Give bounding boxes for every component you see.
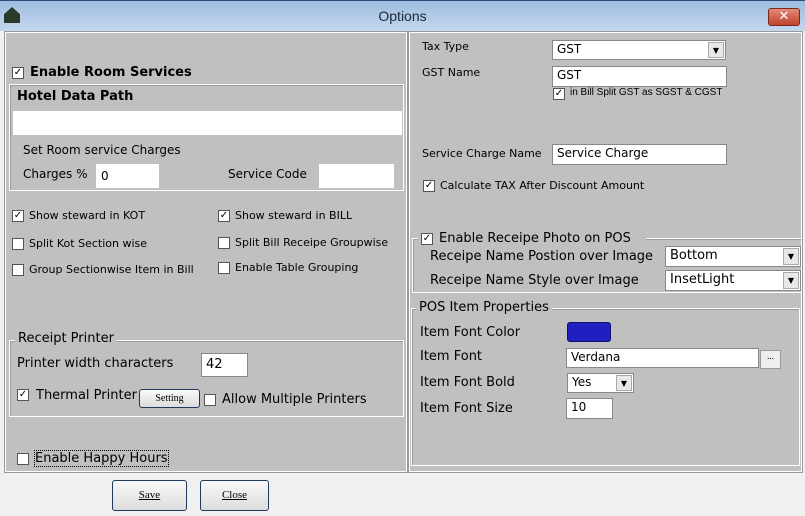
setting-button[interactable]: Setting [139,389,200,408]
split-gst-label: in Bill Split GST as SGST & CGST [570,87,723,98]
receipt-printer-legend: Receipt Printer [15,331,117,346]
thermal-printer-checkbox[interactable]: ✓ [17,389,29,401]
group-sectionwise-checkbox[interactable] [12,264,24,276]
calc-tax-checkbox[interactable]: ✓ [423,180,435,192]
chevron-down-icon[interactable]: ▼ [783,248,799,265]
service-code-label: Service Code [228,167,307,181]
item-font-bold-select[interactable]: Yes ▼ [567,373,634,393]
charges-percent-label: Charges % [23,167,88,181]
split-kot-checkbox[interactable] [12,238,24,250]
happy-hours-checkbox[interactable] [17,453,29,465]
receipe-photo-checkbox[interactable]: ✓ [421,233,433,245]
table-grouping-label: Enable Table Grouping [235,261,359,274]
close-icon[interactable]: ✕ [768,8,800,26]
pos-item-legend: POS Item Properties [416,300,552,315]
tax-type-value: GST [557,42,582,56]
show-steward-kot-label: Show steward in KOT [29,209,146,222]
item-font-size-input[interactable]: 10 [566,398,613,419]
hotel-data-path-input[interactable] [13,111,402,135]
split-gst-checkbox[interactable]: ✓ [553,88,565,100]
chevron-down-icon[interactable]: ▼ [708,42,724,58]
enable-room-services-checkbox[interactable]: ✓ [12,67,24,79]
service-charge-name-input[interactable]: Service Charge [552,144,727,165]
calc-tax-label: Calculate TAX After Discount Amount [440,179,645,192]
item-font-input[interactable]: Verdana [566,348,759,368]
group-sectionwise-label: Group Sectionwise Item in Bill [29,263,194,276]
tax-type-select[interactable]: GST ▼ [552,40,726,60]
multiple-printers-checkbox[interactable] [204,394,216,406]
printer-width-input[interactable]: 42 [201,353,248,377]
show-steward-bill-label: Show steward in BILL [235,209,353,222]
item-font-bold-value: Yes [572,375,592,389]
split-bill-checkbox[interactable] [218,237,230,249]
chevron-down-icon[interactable]: ▼ [783,272,799,289]
tax-type-label: Tax Type [422,40,469,53]
printer-width-label: Printer width characters [17,356,174,371]
thermal-printer-label: Thermal Printer [36,388,137,403]
happy-hours-label: Enable Happy Hours [34,450,169,467]
item-font-bold-label: Item Font Bold [420,375,515,390]
chevron-down-icon[interactable]: ▼ [616,375,632,391]
enable-room-services-label: Enable Room Services [30,65,192,80]
receipe-style-value: InsetLight [670,272,735,287]
show-steward-kot-checkbox[interactable]: ✓ [12,210,24,222]
table-grouping-checkbox[interactable] [218,262,230,274]
item-font-color-swatch[interactable] [567,322,611,342]
receipe-position-select[interactable]: Bottom ▼ [665,246,801,267]
gst-name-input[interactable]: GST [552,66,727,87]
item-font-size-label: Item Font Size [420,401,513,416]
receipe-style-select[interactable]: InsetLight ▼ [665,270,801,291]
room-service-charges-label: Set Room service Charges [23,143,181,157]
multiple-printers-label: Allow Multiple Printers [222,392,367,407]
split-bill-label: Split Bill Receipe Groupwise [235,236,389,249]
gst-name-label: GST Name [422,66,481,79]
show-steward-bill-checkbox[interactable]: ✓ [218,210,230,222]
close-button[interactable]: Close [200,480,269,511]
item-font-color-label: Item Font Color [420,325,521,340]
item-font-label: Item Font [420,349,483,364]
split-kot-label: Split Kot Section wise [29,237,148,250]
receipe-position-label: Receipe Name Postion over Image [430,249,654,264]
charges-percent-input[interactable]: 0 [96,164,159,188]
save-button[interactable]: Save [112,480,187,511]
service-charge-name-label: Service Charge Name [422,147,542,160]
hotel-data-path-label: Hotel Data Path [17,89,134,104]
item-font-browse-button[interactable]: ... [760,350,781,369]
window-title: Options [378,8,427,24]
title-bar: Options ✕ [0,0,805,31]
receipe-position-value: Bottom [670,248,718,263]
receipe-photo-label: Enable Receipe Photo on POS [439,231,631,246]
service-code-input[interactable] [319,164,394,188]
receipe-style-label: Receipe Name Style over Image [430,273,639,288]
